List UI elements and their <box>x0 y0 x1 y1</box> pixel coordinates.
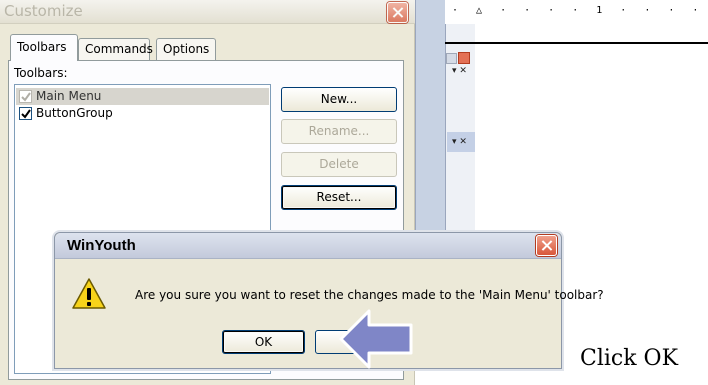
checkbox-icon[interactable] <box>19 107 32 120</box>
delete-button[interactable]: Delete <box>281 152 397 177</box>
list-item[interactable]: ButtonGroup <box>16 105 269 122</box>
checkbox-icon[interactable] <box>19 90 32 103</box>
customize-title: Customize <box>4 2 83 20</box>
tab-options-label: Options <box>163 42 210 56</box>
confirm-close-icon[interactable] <box>536 235 557 256</box>
warning-icon <box>72 278 106 309</box>
pane-close-icon[interactable] <box>458 52 470 64</box>
confirm-titlebar: WinYouth <box>55 233 561 259</box>
pane-dropdown-icon[interactable]: ▾ ✕ <box>452 66 467 76</box>
new-button[interactable]: New... <box>281 87 397 112</box>
caption: Click OK <box>580 346 679 371</box>
background-pane <box>445 0 475 240</box>
rename-button[interactable]: Rename... <box>281 119 397 144</box>
tab-commands-label: Commands <box>85 42 153 56</box>
background-panel <box>415 0 445 240</box>
confirm-title: WinYouth <box>67 237 136 254</box>
customize-close-icon[interactable] <box>387 2 408 23</box>
reset-button[interactable]: Reset... <box>281 185 397 210</box>
list-item-label: ButtonGroup <box>36 106 113 120</box>
pointer-arrow-icon <box>339 309 413 369</box>
confirm-dialog: WinYouth Are you sure you want to reset … <box>54 232 604 369</box>
tab-commands[interactable]: Commands <box>78 38 153 60</box>
tab-toolbars[interactable]: Toolbars <box>10 34 78 61</box>
pane-dropdown-icon-2[interactable]: ▾ ✕ <box>452 137 467 147</box>
list-item[interactable]: Main Menu <box>16 88 269 105</box>
customize-titlebar: Customize <box>0 0 415 24</box>
ruler: · △ · · · · 1 · · · · 2 <box>452 5 708 16</box>
tab-toolbars-label: Toolbars <box>17 40 67 54</box>
pane-restore-icon[interactable] <box>446 53 457 64</box>
list-item-label: Main Menu <box>36 89 102 103</box>
toolbars-label: Toolbars: <box>14 66 68 80</box>
page-edge-line <box>445 42 708 44</box>
tab-options[interactable]: Options <box>156 38 216 60</box>
ok-button[interactable]: OK <box>222 330 305 354</box>
